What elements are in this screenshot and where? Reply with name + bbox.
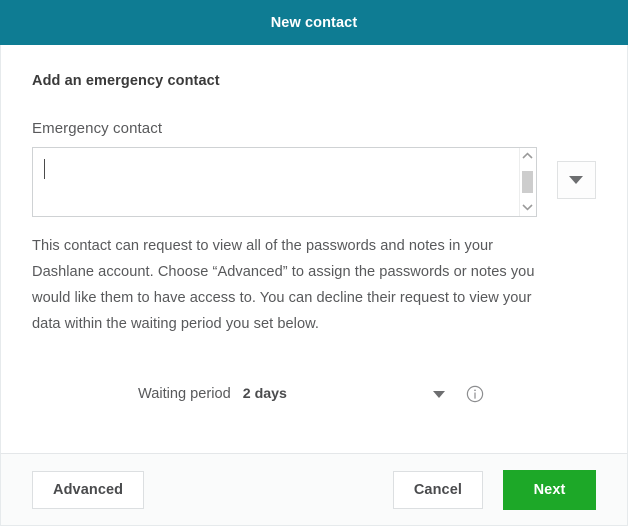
next-button[interactable]: Next <box>503 469 596 510</box>
dialog-titlebar: New contact <box>0 0 628 45</box>
section-heading: Add an emergency contact <box>32 73 220 89</box>
cancel-button[interactable]: Cancel <box>392 470 483 509</box>
info-circle-icon[interactable] <box>466 385 484 403</box>
waiting-period-label: Waiting period <box>138 386 231 402</box>
emergency-contact-input-row <box>32 147 596 217</box>
contact-dropdown-button[interactable] <box>556 161 596 199</box>
description-text: This contact can request to view all of … <box>32 238 535 332</box>
emergency-contact-label: Emergency contact <box>32 120 163 137</box>
waiting-period-value[interactable]: 2 days <box>243 386 287 402</box>
new-contact-dialog: New contact Add an emergency contact Eme… <box>0 0 628 526</box>
scrollbar-thumb[interactable] <box>522 170 534 193</box>
chevron-down-icon[interactable] <box>521 202 534 212</box>
text-caret <box>44 159 45 179</box>
textarea-scrollbar[interactable] <box>518 148 536 216</box>
waiting-period-row: Waiting period 2 days <box>138 385 484 403</box>
emergency-contact-textarea[interactable] <box>33 148 519 216</box>
chevron-up-icon[interactable] <box>521 151 534 161</box>
chevron-down-icon[interactable] <box>432 390 445 398</box>
dialog-body: Add an emergency contact Emergency conta… <box>0 45 628 453</box>
chevron-down-icon <box>569 176 584 184</box>
dialog-footer: Advanced Cancel Next <box>0 453 628 526</box>
advanced-button[interactable]: Advanced <box>32 470 145 509</box>
dialog-title: New contact <box>270 14 358 31</box>
emergency-contact-input[interactable] <box>32 147 537 217</box>
